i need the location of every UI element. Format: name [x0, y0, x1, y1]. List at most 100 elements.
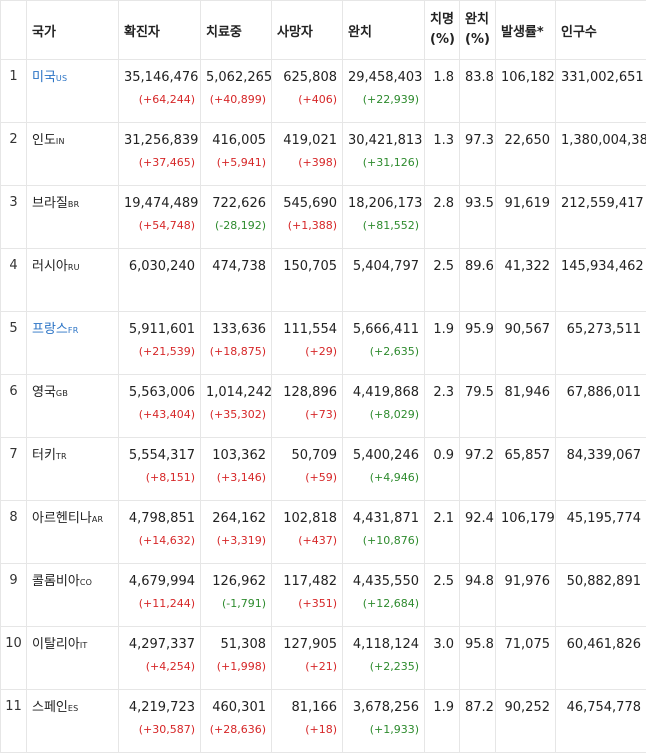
cell-fatality: 2.1 — [425, 501, 460, 564]
population-value: 60,461,826 — [561, 636, 641, 654]
confirmed-delta: (+37,465) — [124, 155, 195, 171]
table-row: 3브라질BR19,474,489(+54,748)722,626(-28,192… — [1, 186, 646, 249]
header-deaths[interactable]: 사망자 — [272, 1, 343, 60]
cell-population: 65,273,511 — [556, 312, 646, 375]
recovery-value: 95.8 — [465, 636, 490, 654]
treating-delta: (+3,146) — [206, 470, 266, 486]
treating-delta: (-28,192) — [206, 218, 266, 234]
recovered-value: 18,206,173 — [348, 195, 419, 213]
confirmed-value: 31,256,839 — [124, 132, 195, 150]
country-name[interactable]: 프랑스FR — [32, 322, 78, 337]
country-name: 콜롬비아CO — [32, 574, 92, 589]
cell-population: 84,339,067 — [556, 438, 646, 501]
header-recovered[interactable]: 완치 — [343, 1, 425, 60]
fatality-value: 1.9 — [430, 699, 454, 717]
country-label: 미국 — [32, 70, 56, 85]
deaths-value: 150,705 — [277, 258, 337, 276]
row-rank: 4 — [1, 249, 27, 312]
cell-country[interactable]: 프랑스FR — [27, 312, 119, 375]
fatality-value: 2.5 — [430, 573, 454, 591]
country-label: 러시아 — [32, 259, 68, 274]
confirmed-value: 4,297,337 — [124, 636, 195, 654]
row-rank: 3 — [1, 186, 27, 249]
table-row: 10이탈리아IT4,297,337(+4,254)51,308(+1,998)1… — [1, 627, 646, 690]
confirmed-value: 4,679,994 — [124, 573, 195, 591]
cell-confirmed: 4,798,851(+14,632) — [119, 501, 201, 564]
country-code: GB — [56, 389, 68, 398]
country-label: 아르헨티나 — [32, 511, 92, 526]
treating-value: 474,738 — [206, 258, 266, 276]
cell-recovered: 18,206,173 (+81,552) — [343, 186, 425, 249]
cell-treating: 103,362(+3,146) — [201, 438, 272, 501]
header-confirmed[interactable]: 확진자 — [119, 1, 201, 60]
cell-population: 212,559,417 — [556, 186, 646, 249]
cell-incidence: 81,946 — [496, 375, 556, 438]
cell-fatality: 2.5 — [425, 564, 460, 627]
cell-recovery: 93.5 — [460, 186, 496, 249]
country-name: 이탈리아IT — [32, 637, 88, 652]
cell-incidence: 71,075 — [496, 627, 556, 690]
deaths-value: 545,690 — [277, 195, 337, 213]
cell-treating: 1,014,242(+35,302) — [201, 375, 272, 438]
country-label: 영국 — [32, 385, 56, 400]
incidence-value: 90,567 — [501, 321, 550, 339]
treating-value: 722,626 — [206, 195, 266, 213]
recovery-value: 92.4 — [465, 510, 490, 528]
confirmed-delta: (+54,748) — [124, 218, 195, 234]
country-code: ES — [68, 704, 79, 713]
country-code: US — [56, 74, 67, 83]
table-row: 8아르헨티나AR4,798,851(+14,632)264,162(+3,319… — [1, 501, 646, 564]
country-name: 스페인ES — [32, 700, 78, 715]
treating-delta: (+5,941) — [206, 155, 266, 171]
deaths-delta: (+398) — [277, 155, 337, 171]
cell-country: 터키TR — [27, 438, 119, 501]
header-population[interactable]: 인구수 — [556, 1, 646, 60]
population-value: 145,934,462 — [561, 258, 641, 276]
table-row: 2인도IN31,256,839(+37,465)416,005(+5,941)4… — [1, 123, 646, 186]
treating-delta: (+1,998) — [206, 659, 266, 675]
confirmed-delta: (+14,632) — [124, 533, 195, 549]
recovered-value: 3,678,256 — [348, 699, 419, 717]
header-recovery-rate[interactable]: 완치(%) — [460, 1, 496, 60]
row-rank: 10 — [1, 627, 27, 690]
recovered-delta: (+1,933) — [348, 722, 419, 738]
cell-deaths: 150,705 — [272, 249, 343, 312]
header-fatality-rate[interactable]: 치명(%) — [425, 1, 460, 60]
header-treating[interactable]: 치료중 — [201, 1, 272, 60]
cell-incidence: 106,179 — [496, 501, 556, 564]
cell-population: 50,882,891 — [556, 564, 646, 627]
recovery-value: 97.3 — [465, 132, 490, 150]
fatality-value: 1.8 — [430, 69, 454, 87]
row-rank: 7 — [1, 438, 27, 501]
cell-country: 이탈리아IT — [27, 627, 119, 690]
deaths-value: 50,709 — [277, 447, 337, 465]
country-label: 콜롬비아 — [32, 574, 80, 589]
country-name: 아르헨티나AR — [32, 511, 103, 526]
incidence-value: 71,075 — [501, 636, 550, 654]
treating-value: 133,636 — [206, 321, 266, 339]
recovered-delta: (+12,684) — [348, 596, 419, 612]
header-incidence[interactable]: 발생률* — [496, 1, 556, 60]
confirmed-value: 6,030,240 — [124, 258, 195, 276]
fatality-value: 0.9 — [430, 447, 454, 465]
header-country[interactable]: 국가 — [27, 1, 119, 60]
confirmed-delta: (+64,244) — [124, 92, 195, 108]
country-label: 브라질 — [32, 196, 68, 211]
cell-country[interactable]: 미국US — [27, 60, 119, 123]
cell-deaths: 127,905(+21) — [272, 627, 343, 690]
cell-incidence: 90,252 — [496, 690, 556, 753]
deaths-delta: (+73) — [277, 407, 337, 423]
recovered-delta: (+81,552) — [348, 218, 419, 234]
incidence-value: 106,182 — [501, 69, 550, 87]
country-label: 터키 — [32, 448, 56, 463]
confirmed-value: 35,146,476 — [124, 69, 195, 87]
cell-deaths: 81,166(+18) — [272, 690, 343, 753]
cell-recovery: 79.5 — [460, 375, 496, 438]
cell-incidence: 22,650 — [496, 123, 556, 186]
country-name[interactable]: 미국US — [32, 70, 67, 85]
cell-population: 331,002,651 — [556, 60, 646, 123]
cell-country: 영국GB — [27, 375, 119, 438]
row-rank: 11 — [1, 690, 27, 753]
treating-value: 264,162 — [206, 510, 266, 528]
table-row: 6영국GB5,563,006(+43,404)1,014,242(+35,302… — [1, 375, 646, 438]
